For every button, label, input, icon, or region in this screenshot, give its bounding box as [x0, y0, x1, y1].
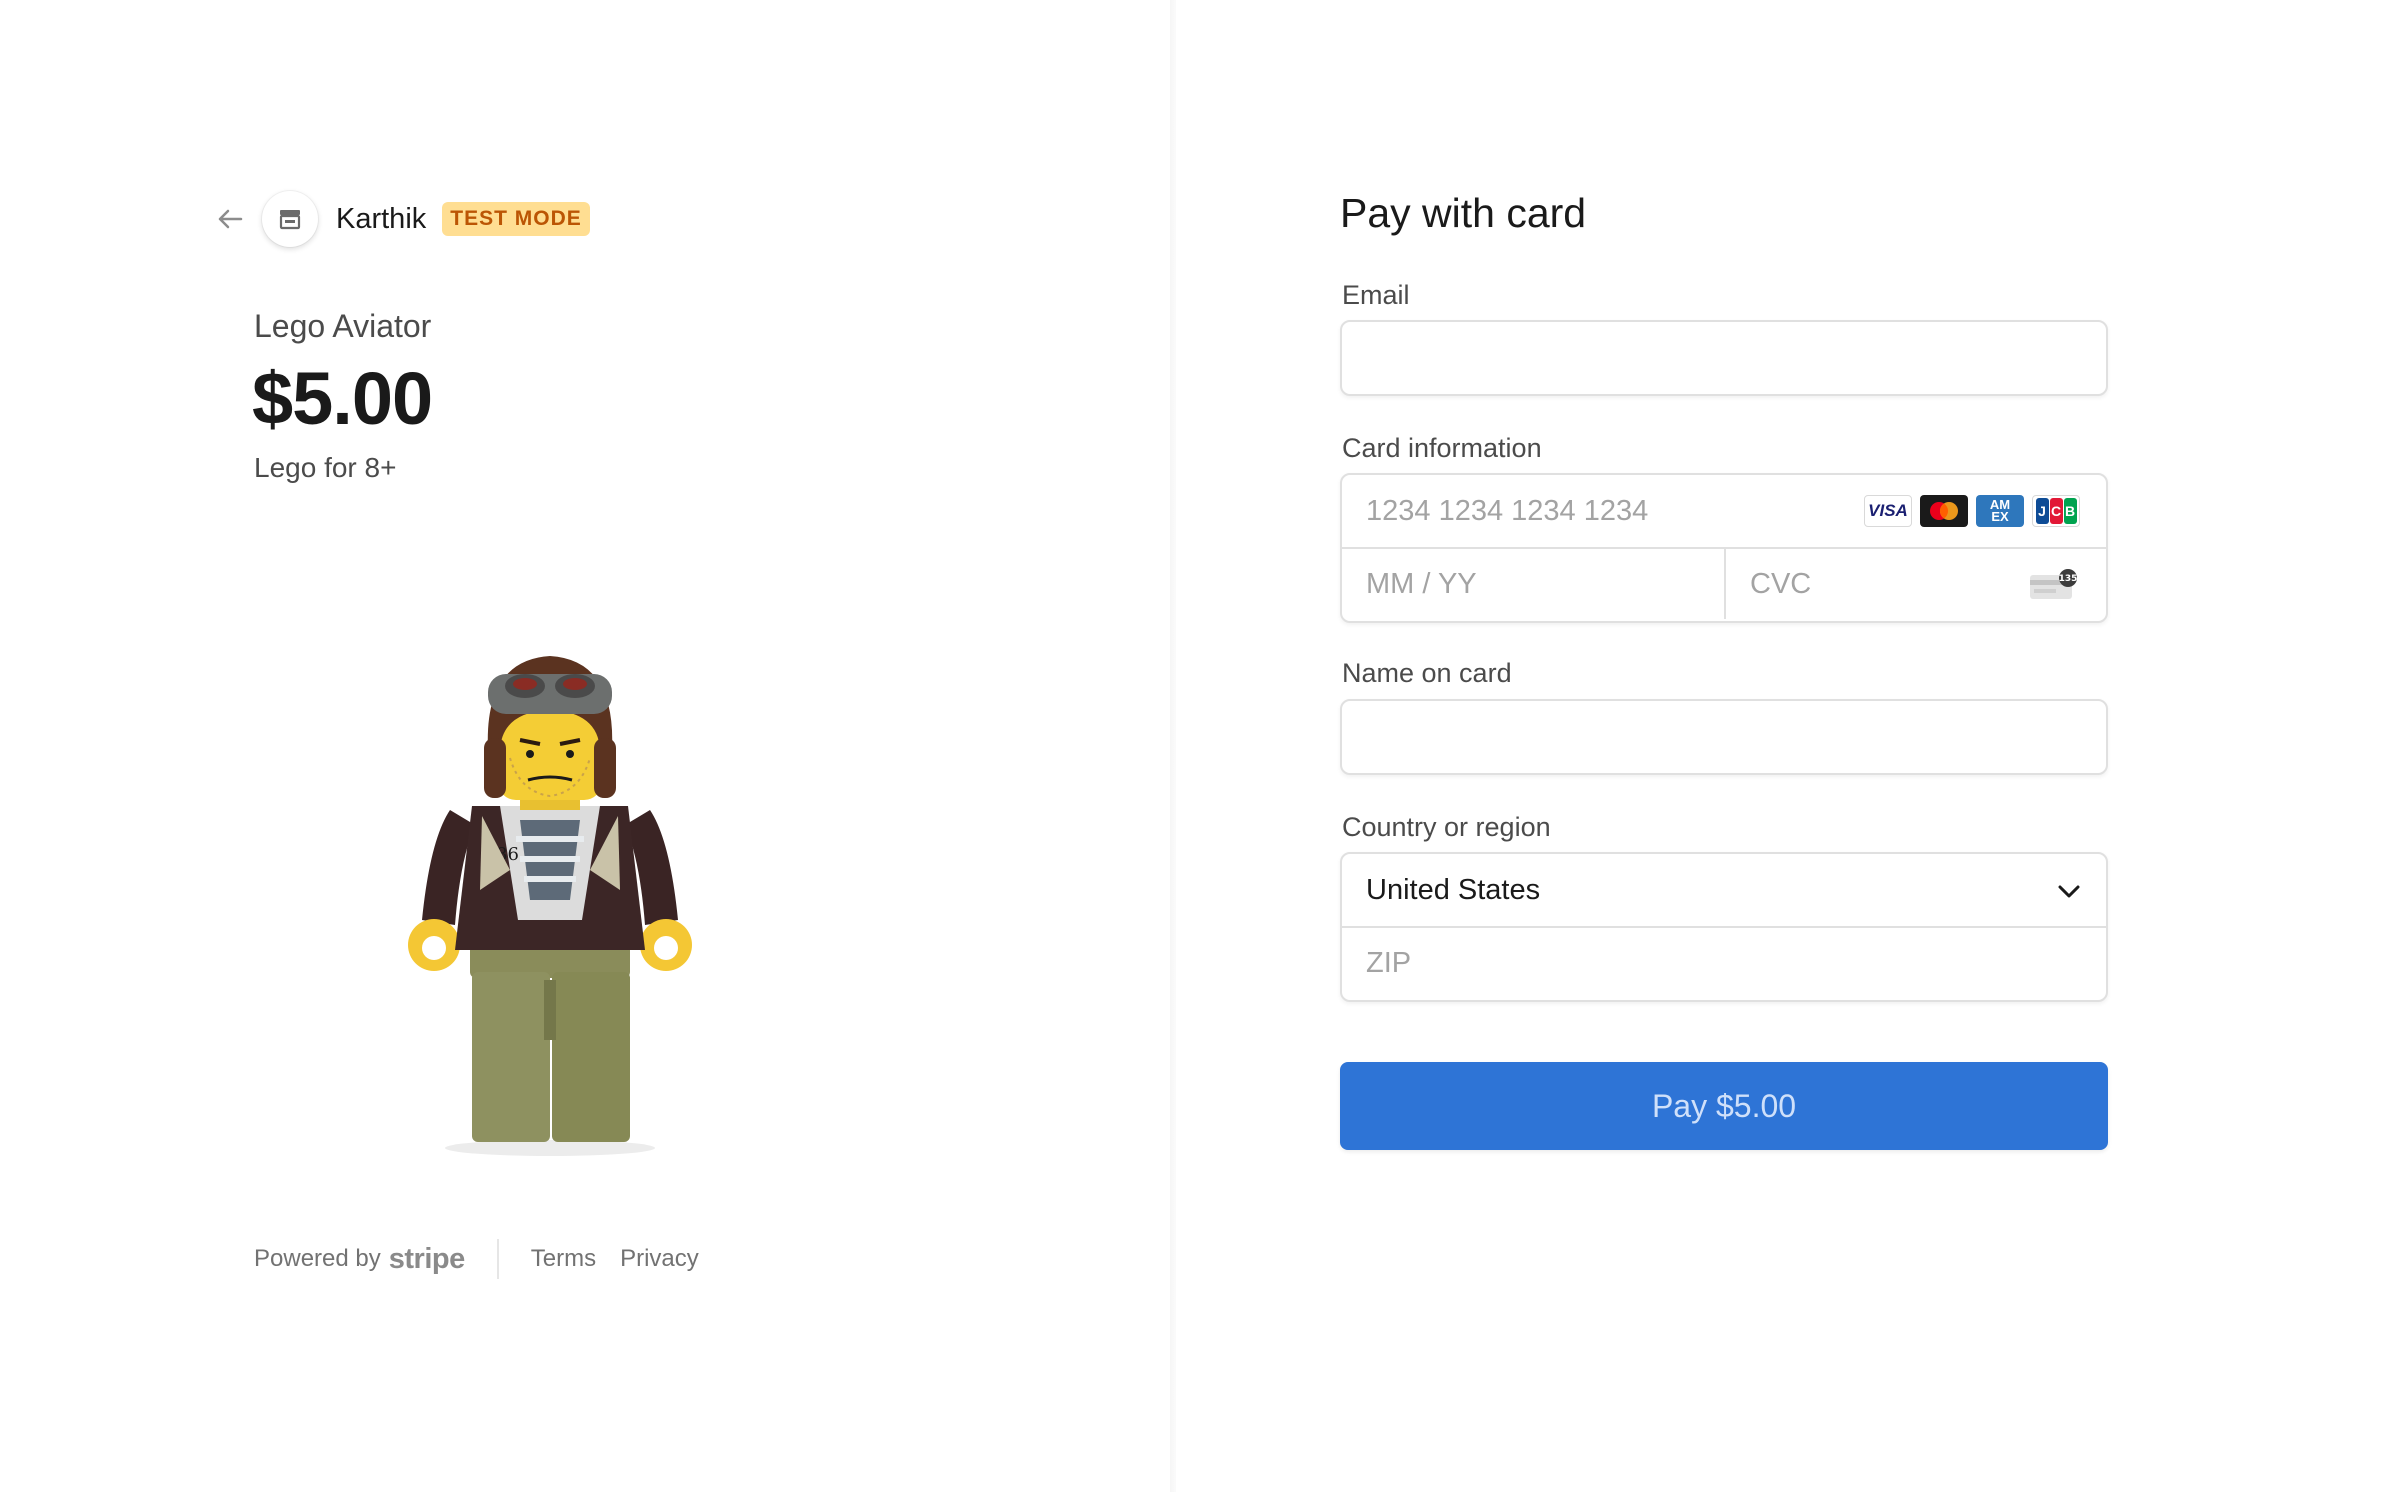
merchant-name[interactable]: Karthik — [336, 203, 426, 236]
order-summary-pane: Karthik TEST MODE Lego Aviator $5.00 Leg… — [0, 0, 1176, 1492]
terms-link[interactable]: Terms — [531, 1245, 596, 1273]
footer: Powered by stripe Terms Privacy — [254, 1236, 699, 1282]
jcb-icon: J C B — [2032, 495, 2080, 527]
form-title: Pay with card — [1340, 190, 1587, 236]
email-field[interactable] — [1340, 320, 2108, 396]
name-on-card-label: Name on card — [1342, 658, 1512, 688]
product-name: Lego Aviator — [254, 308, 432, 344]
amex-line-2: EX — [1991, 509, 2009, 524]
email-value — [1342, 322, 1366, 354]
visa-icon: VISA — [1864, 495, 1912, 527]
store-icon[interactable] — [262, 191, 318, 247]
card-cvc-placeholder: CVC — [1750, 567, 1812, 600]
amex-icon: AM EX — [1976, 495, 2024, 527]
country-label: Country or region — [1342, 812, 1551, 842]
privacy-link[interactable]: Privacy — [620, 1245, 699, 1273]
card-number-field[interactable]: 1234 1234 1234 1234 VISA AM EX J C B — [1342, 475, 2106, 547]
country-zip-group: United States ZIP — [1340, 852, 2108, 1002]
card-information-group: 1234 1234 1234 1234 VISA AM EX J C B MM … — [1340, 473, 2108, 623]
merchant-header: Karthik TEST MODE — [210, 191, 590, 247]
product-description: Lego for 8+ — [254, 452, 397, 483]
card-brands: VISA AM EX J C B — [1864, 495, 2080, 527]
arrow-left-icon[interactable] — [210, 199, 250, 239]
email-label: Email — [1342, 280, 1410, 310]
zip-field[interactable]: ZIP — [1342, 926, 2106, 998]
footer-divider — [496, 1239, 499, 1279]
powered-by-stripe[interactable]: Powered by stripe — [254, 1243, 465, 1276]
product-image: 86 — [360, 620, 740, 1160]
chevron-down-icon — [2056, 878, 2082, 909]
name-on-card-value — [1342, 701, 1366, 733]
country-select[interactable]: United States — [1342, 854, 2106, 926]
card-expiry-field[interactable]: MM / YY — [1342, 549, 1724, 619]
cvc-card-icon: 135 — [2028, 569, 2080, 606]
jcb-j: J — [2035, 498, 2049, 524]
card-information-label: Card information — [1342, 433, 1542, 463]
jcb-c: C — [2049, 498, 2063, 524]
country-selected-value: United States — [1366, 873, 1541, 906]
card-cvc-field[interactable]: CVC 135 — [1724, 549, 2106, 619]
name-on-card-field[interactable] — [1340, 699, 2108, 775]
powered-by-label: Powered by — [254, 1245, 381, 1272]
test-mode-badge: TEST MODE — [442, 202, 590, 236]
stripe-logo: stripe — [388, 1242, 465, 1275]
card-expiry-placeholder: MM / YY — [1366, 567, 1477, 600]
cvc-badge-text: 135 — [2059, 574, 2078, 584]
card-number-placeholder: 1234 1234 1234 1234 — [1366, 494, 1649, 527]
product-price: $5.00 — [252, 357, 433, 440]
mastercard-icon — [1920, 495, 1968, 527]
card-expiry-cvc-row: MM / YY CVC 135 — [1342, 547, 2106, 619]
zip-placeholder: ZIP — [1366, 946, 1412, 979]
jcb-b: B — [2063, 498, 2077, 524]
pay-button[interactable]: Pay $5.00 — [1340, 1062, 2108, 1150]
